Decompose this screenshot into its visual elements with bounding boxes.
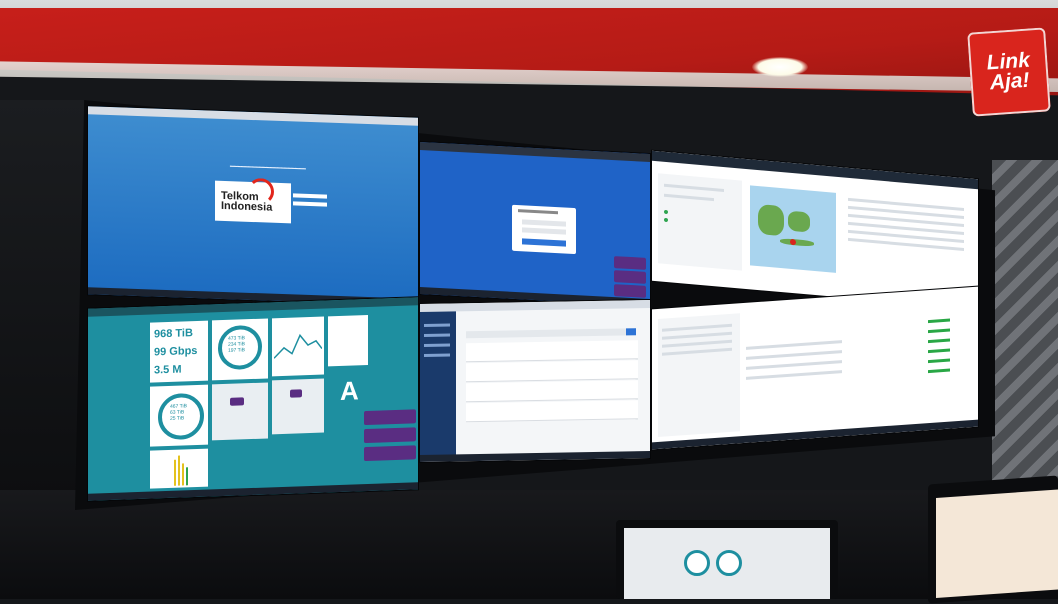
table-row[interactable] xyxy=(466,340,638,363)
notification-3[interactable] xyxy=(614,284,646,298)
bar xyxy=(178,455,180,486)
foreground-monitor-2 xyxy=(928,475,1058,604)
sidebar-item[interactable] xyxy=(424,323,450,327)
screen-traffic-dashboard: 968 TiB 99 Gbps 3.5 M 473 TiB 234 TiB 19… xyxy=(88,297,418,501)
middle-table xyxy=(746,336,846,427)
letter-tile: A xyxy=(328,375,368,426)
foreground-monitor xyxy=(616,520,838,599)
list-row xyxy=(662,347,732,356)
indonesia-map[interactable] xyxy=(750,185,836,273)
data-table xyxy=(848,192,968,292)
letter-a: A xyxy=(340,375,359,406)
username-field[interactable] xyxy=(293,193,327,199)
dialog-title-bar xyxy=(518,209,558,215)
login-tagline: ━━━━━━━━━━━━━━━━━━━━━ xyxy=(230,164,306,173)
app-sidebar xyxy=(420,311,456,457)
right-table xyxy=(852,309,972,417)
list-row xyxy=(662,331,732,340)
ring-chart xyxy=(716,550,742,576)
stat-3: 3.5 M xyxy=(154,363,182,377)
map-tile xyxy=(212,382,268,441)
map-island xyxy=(758,204,784,237)
logo-line2: Aja! xyxy=(989,68,1031,95)
screen-data-tables xyxy=(652,286,978,450)
notification-2[interactable] xyxy=(364,427,416,444)
summary-row xyxy=(664,183,724,193)
monitor-screen xyxy=(936,489,1058,598)
map-island xyxy=(788,210,810,233)
telkom-mark-icon xyxy=(248,177,274,205)
bar xyxy=(186,467,188,486)
linkaja-logo: Link Aja! xyxy=(967,27,1051,117)
list-tile xyxy=(328,314,368,367)
summary-card xyxy=(658,173,742,271)
map-island xyxy=(780,237,814,247)
map-marker-icon[interactable] xyxy=(790,238,796,246)
list-row xyxy=(662,339,732,348)
line-chart-tile xyxy=(272,316,324,377)
ring-tile: 473 TiB 234 TiB 197 TiB xyxy=(212,318,268,381)
search-input[interactable] xyxy=(466,328,636,339)
table-row[interactable] xyxy=(466,380,638,403)
status-bar xyxy=(928,348,950,354)
left-wall xyxy=(0,100,90,500)
table-row[interactable] xyxy=(466,400,638,423)
notification-3[interactable] xyxy=(364,445,416,462)
dialog-submit-button[interactable] xyxy=(522,238,566,247)
floor xyxy=(0,490,1058,599)
bar xyxy=(174,459,176,486)
notification-2[interactable] xyxy=(614,270,646,284)
table-row[interactable] xyxy=(466,360,638,383)
status-dot xyxy=(664,209,668,215)
sidebar-item[interactable] xyxy=(424,343,450,347)
ring-values: 467 TiB 63 TiB 25 TiB xyxy=(170,403,187,422)
status-bar xyxy=(928,368,950,374)
right-wall xyxy=(992,160,1058,500)
ceiling-light xyxy=(752,57,808,77)
password-field[interactable] xyxy=(293,201,327,207)
ring-chart xyxy=(684,550,710,576)
monitor-screen xyxy=(624,528,830,599)
summary-row xyxy=(664,193,714,202)
browser-tabbar xyxy=(88,106,418,126)
table-row xyxy=(746,360,842,370)
screen-telkom-login: ━━━━━━━━━━━━━━━━━━━━━ Telkom Indonesia xyxy=(88,106,418,306)
bar xyxy=(182,463,184,486)
stat-1: 968 TiB xyxy=(154,327,193,341)
table-row xyxy=(746,350,842,360)
table-row xyxy=(746,370,842,380)
map-callout xyxy=(230,397,244,406)
ring1-c: 197 TiB xyxy=(228,347,245,354)
ring-values: 473 TiB 234 TiB 197 TiB xyxy=(228,335,245,354)
status-dot xyxy=(664,217,668,223)
ring2-c: 25 TiB xyxy=(170,415,185,422)
status-bar xyxy=(928,358,950,364)
stat-tile: 968 TiB 99 Gbps 3.5 M xyxy=(150,320,208,383)
bar-chart-tile xyxy=(150,448,208,489)
ring-tile-2: 467 TiB 63 TiB 25 TiB xyxy=(150,384,208,447)
notification-1[interactable] xyxy=(364,409,416,426)
map-callout xyxy=(290,389,302,398)
list-row xyxy=(662,323,732,332)
screen-ticket-table xyxy=(420,299,650,463)
status-bar xyxy=(928,338,950,344)
search-button[interactable] xyxy=(626,328,636,336)
screen-login-dialog xyxy=(420,141,650,307)
login-dialog xyxy=(512,204,576,255)
status-bar xyxy=(928,328,950,334)
table-row xyxy=(746,340,842,350)
status-bar xyxy=(928,318,950,324)
sidebar-item[interactable] xyxy=(424,353,450,357)
left-list xyxy=(658,313,740,437)
dialog-field-1[interactable] xyxy=(522,219,566,227)
line-chart-icon xyxy=(274,333,322,359)
dialog-field-2[interactable] xyxy=(522,227,566,235)
notification-1[interactable] xyxy=(614,256,646,270)
stat-2: 99 Gbps xyxy=(154,344,198,359)
sidebar-item[interactable] xyxy=(424,333,450,337)
map-tile-2 xyxy=(272,378,324,435)
